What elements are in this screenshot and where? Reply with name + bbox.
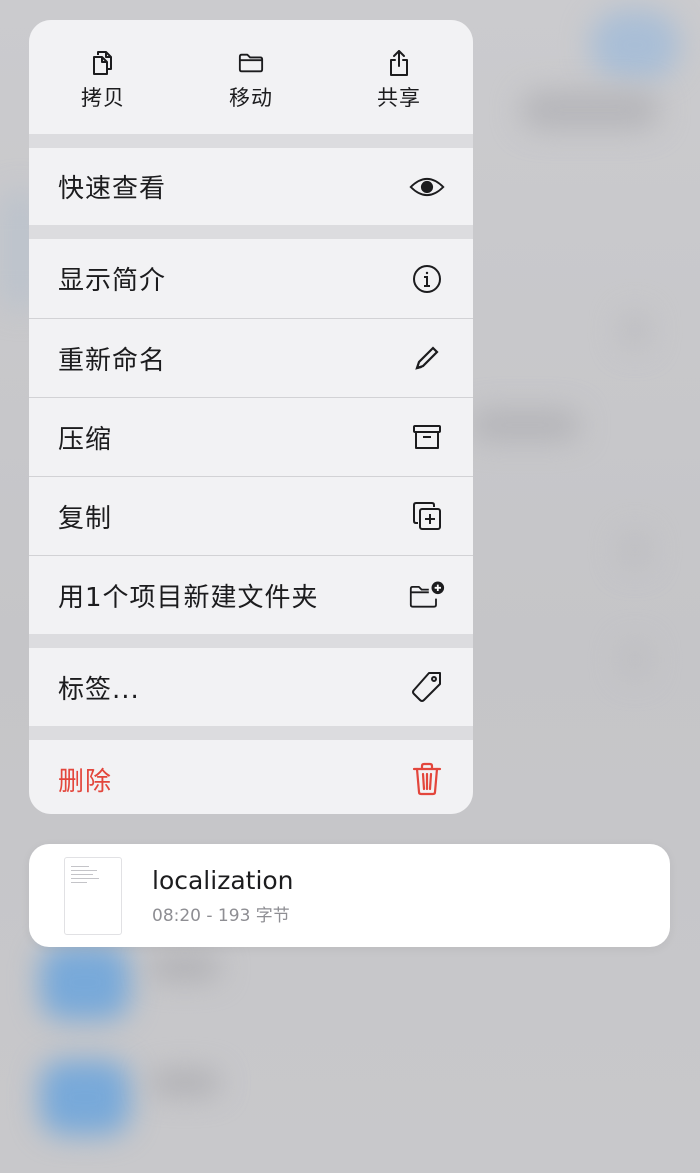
blurred-shape [150, 955, 220, 980]
file-name: localization [152, 865, 294, 895]
menu-group-separator [29, 726, 473, 740]
menu-group-separator [29, 634, 473, 648]
pencil-icon [409, 340, 445, 376]
blurred-folder-icon [40, 1060, 130, 1135]
blurred-folder-icon [40, 945, 130, 1020]
blurred-shape [150, 1070, 220, 1095]
new-folder-item[interactable]: 用1个项目新建文件夹 [29, 556, 473, 634]
tags-item[interactable]: 标签... [29, 648, 473, 726]
file-preview-card[interactable]: localization 08:20 - 193 字节 [29, 844, 670, 947]
info-icon [409, 261, 445, 297]
get-info-label: 显示简介 [58, 266, 167, 296]
duplicate-icon [409, 498, 445, 534]
delete-label: 删除 [58, 766, 113, 797]
compress-item[interactable]: 压缩 [29, 398, 473, 476]
copy-icon [90, 50, 116, 76]
move-button[interactable]: 移动 [177, 20, 325, 134]
share-label: 共享 [377, 86, 421, 110]
context-menu: 拷贝 移动 共享 快速查看 显示简介 重新命名 压缩 复制 用1个项目新建文件夹… [29, 20, 473, 814]
quick-look-item[interactable]: 快速查看 [29, 148, 473, 225]
blurred-shape [620, 640, 650, 680]
new-folder-label: 用1个项目新建文件夹 [58, 582, 319, 613]
blurred-shape [620, 310, 650, 350]
share-button[interactable]: 共享 [325, 20, 473, 134]
tags-label: 标签... [58, 674, 140, 705]
duplicate-label: 复制 [58, 503, 113, 534]
blurred-shape [520, 90, 660, 130]
menu-group-separator [29, 134, 473, 148]
move-label: 移动 [229, 86, 273, 110]
share-icon [386, 50, 412, 76]
trash-icon [409, 761, 445, 797]
tag-icon [409, 669, 445, 705]
duplicate-item[interactable]: 复制 [29, 477, 473, 555]
file-meta: 08:20 - 193 字节 [152, 905, 290, 926]
compress-label: 压缩 [58, 424, 113, 455]
eye-icon [409, 169, 445, 205]
blurred-shape [590, 10, 680, 80]
file-info: localization 08:20 - 193 字节 [152, 866, 294, 926]
blurred-shape [470, 410, 580, 440]
file-thumbnail [64, 856, 122, 935]
get-info-item[interactable]: 显示简介 [29, 239, 473, 318]
quick-look-label: 快速查看 [58, 174, 167, 204]
folder-plus-icon [409, 577, 445, 613]
menu-group-separator [29, 225, 473, 239]
copy-label: 拷贝 [81, 86, 125, 110]
top-actions-bar: 拷贝 移动 共享 [29, 20, 473, 134]
rename-label: 重新命名 [58, 345, 167, 376]
archive-box-icon [409, 419, 445, 455]
blurred-shape [620, 530, 650, 570]
copy-button[interactable]: 拷贝 [29, 20, 177, 134]
delete-item[interactable]: 删除 [29, 740, 473, 814]
folder-icon [238, 50, 264, 76]
rename-item[interactable]: 重新命名 [29, 319, 473, 397]
